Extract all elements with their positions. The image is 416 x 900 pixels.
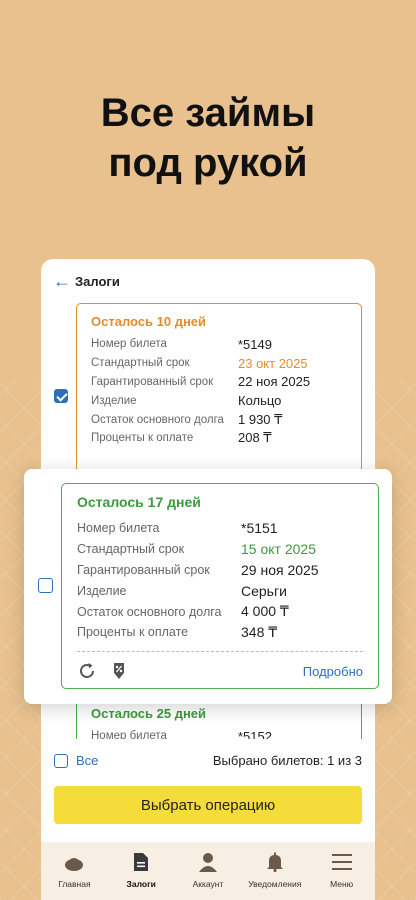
info-row: Стандартный срок 15 окт 2025 bbox=[77, 539, 363, 560]
details-link[interactable]: Подробно bbox=[303, 664, 363, 679]
featured-ticket-popup: Осталось 17 дней Номер билета *5151 Станд… bbox=[24, 469, 392, 704]
row-label: Стандартный срок bbox=[91, 357, 190, 370]
nav-home[interactable]: Главная bbox=[41, 842, 108, 900]
row-value: 348 ₸ bbox=[241, 623, 278, 640]
row-value: Серьги bbox=[241, 582, 287, 599]
row-value: 22 ноя 2025 bbox=[238, 374, 311, 390]
row-value: 4 000 ₸ bbox=[241, 603, 289, 620]
ticket-checkbox-5151[interactable] bbox=[38, 578, 53, 593]
row-value: 1 930 ₸ bbox=[238, 411, 283, 427]
row-value: *5149 bbox=[238, 336, 272, 352]
info-row: Остаток основного долга 1 930 ₸ bbox=[91, 410, 347, 429]
ticket-checkbox-5149[interactable] bbox=[54, 389, 68, 403]
headline-line-1: Все займы bbox=[100, 91, 316, 135]
row-label: Проценты к оплате bbox=[91, 432, 194, 445]
user-icon bbox=[197, 851, 219, 873]
info-row: Гарантированный срок 22 ноя 2025 bbox=[91, 373, 347, 392]
info-row: Стандартный срок 23 окт 2025 bbox=[91, 354, 347, 373]
nav-pledges[interactable]: Залоги bbox=[108, 842, 175, 900]
row-label: Номер билета bbox=[77, 521, 160, 536]
nav-account[interactable]: Аккаунт bbox=[175, 842, 242, 900]
row-value: 15 окт 2025 bbox=[241, 541, 316, 558]
row-label: Гарантированный срок bbox=[77, 562, 210, 577]
nav-label: Меню bbox=[330, 879, 354, 889]
card-footer: Подробно bbox=[77, 660, 363, 682]
row-label: Остаток основного долга bbox=[91, 413, 224, 426]
nav-label: Залоги bbox=[126, 879, 156, 889]
nav-label: Уведомления bbox=[248, 879, 302, 889]
days-left-status: Осталось 17 дней bbox=[77, 494, 201, 510]
row-label: Остаток основного долга bbox=[77, 604, 222, 619]
select-all-checkbox[interactable] bbox=[54, 753, 68, 768]
info-row: Изделие Кольцо bbox=[91, 391, 347, 410]
info-row: Изделие Серьги bbox=[77, 580, 363, 601]
info-row: Проценты к оплате 208 ₸ bbox=[91, 429, 347, 448]
nav-label: Главная bbox=[58, 879, 91, 889]
selected-count: Выбрано билетов: 1 из 3 bbox=[212, 753, 362, 768]
row-value: *5151 bbox=[241, 520, 278, 537]
refresh-icon[interactable] bbox=[77, 661, 97, 681]
bottom-navigation: Главная Залоги Аккаунт Уведомления Меню bbox=[41, 842, 375, 900]
nav-label: Аккаунт bbox=[192, 879, 224, 889]
pawn-card-5151[interactable]: Осталось 17 дней Номер билета *5151 Станд… bbox=[61, 483, 379, 689]
back-arrow-icon[interactable]: ← bbox=[53, 271, 75, 292]
menu-icon bbox=[331, 851, 353, 873]
row-label: Номер билета bbox=[91, 338, 167, 351]
discount-tag-icon[interactable] bbox=[109, 661, 129, 681]
info-row: Остаток основного долга 4 000 ₸ bbox=[77, 601, 363, 622]
dashed-divider bbox=[77, 651, 363, 652]
row-value: 29 ноя 2025 bbox=[241, 561, 319, 578]
document-icon bbox=[130, 851, 152, 873]
page-title: Залоги bbox=[75, 274, 120, 289]
row-value: 23 окт 2025 bbox=[238, 355, 308, 371]
info-row: Номер билета *5151 bbox=[77, 518, 363, 539]
bell-icon bbox=[264, 851, 286, 873]
info-row: Проценты к оплате 348 ₸ bbox=[77, 622, 363, 643]
days-left-status: Осталось 10 дней bbox=[91, 314, 207, 329]
nav-menu[interactable]: Меню bbox=[308, 842, 375, 900]
info-row: Гарантированный срок 29 ноя 2025 bbox=[77, 560, 363, 581]
pawn-card-5149[interactable]: Осталось 10 дней Номер билета *5149 Станд… bbox=[76, 303, 362, 473]
choose-operation-button[interactable]: Выбрать операцию bbox=[54, 786, 362, 824]
days-left-status: Осталось 25 дней bbox=[91, 706, 207, 721]
info-row: Номер билета *5149 bbox=[91, 335, 347, 354]
nav-notifications[interactable]: Уведомления bbox=[241, 842, 308, 900]
row-label: Изделие bbox=[77, 583, 127, 598]
select-all-label[interactable]: Все bbox=[76, 753, 98, 768]
row-value: 208 ₸ bbox=[238, 430, 272, 446]
home-icon bbox=[63, 851, 85, 873]
row-label: Стандартный срок bbox=[77, 542, 185, 557]
row-label: Проценты к оплате bbox=[77, 625, 189, 640]
row-label: Гарантированный срок bbox=[91, 375, 214, 388]
select-all-row: Все Выбрано билетов: 1 из 3 bbox=[54, 753, 362, 768]
row-label: Изделие bbox=[91, 394, 137, 407]
selection-panel: Все Выбрано билетов: 1 из 3 Выбрать опер… bbox=[41, 739, 375, 900]
row-value: Кольцо bbox=[238, 393, 282, 409]
headline-line-2: под рукой bbox=[108, 141, 308, 185]
promo-headline: Все займы под рукой bbox=[0, 88, 416, 188]
app-bar: ← Залоги bbox=[41, 259, 375, 304]
